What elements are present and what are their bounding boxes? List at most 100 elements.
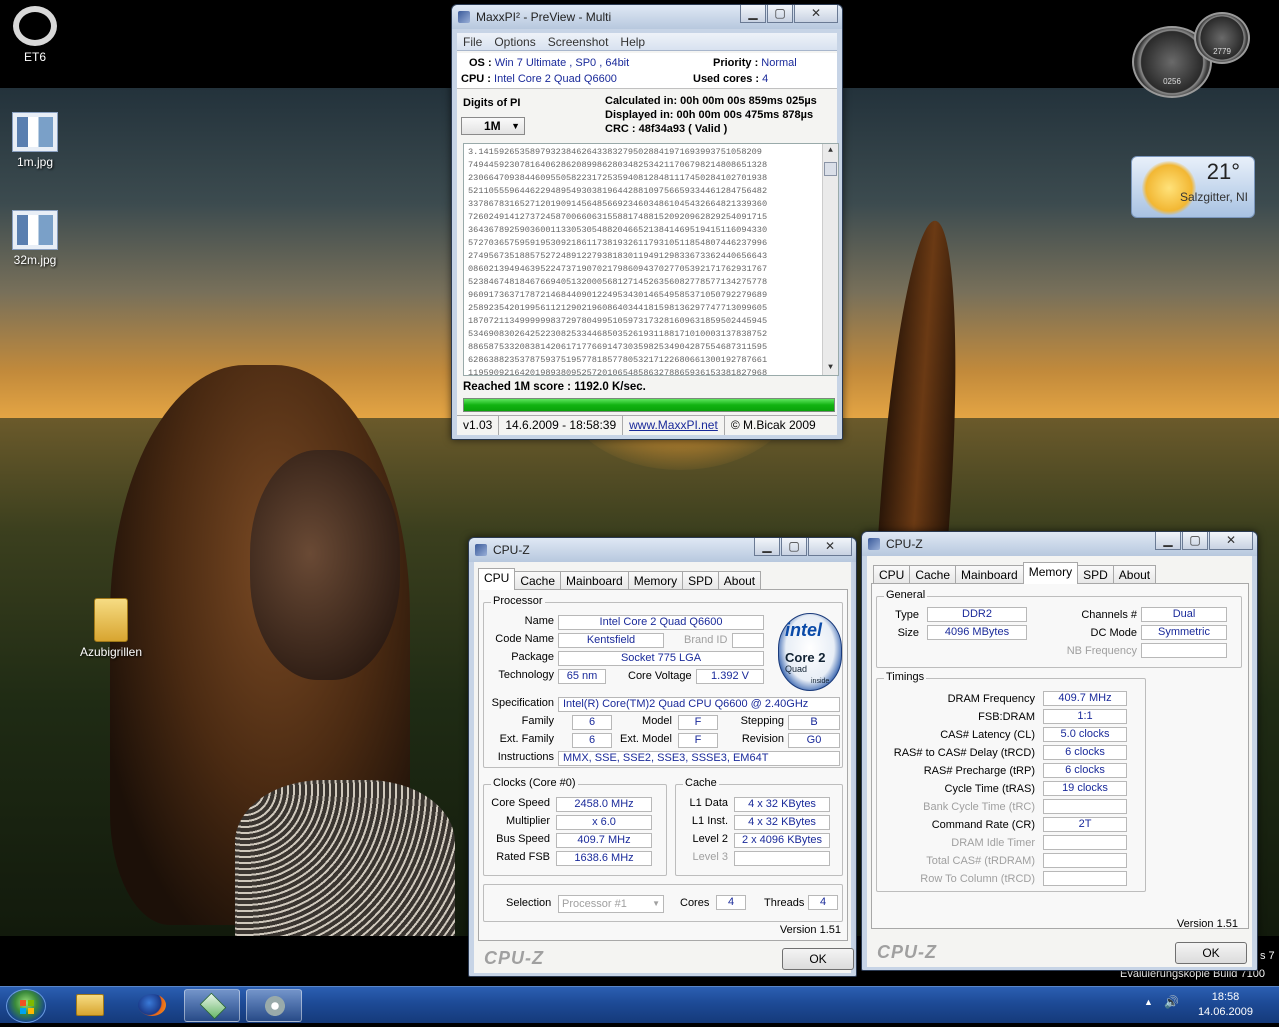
- wallpaper-portrait-shirt: [235, 780, 455, 936]
- level3-label: Level 3: [692, 851, 728, 863]
- maximize-button[interactable]: ▢: [781, 538, 807, 556]
- multiplier-value: x 6.0: [556, 815, 652, 830]
- ok-button[interactable]: OK: [1175, 942, 1247, 964]
- tab-spd[interactable]: SPD: [682, 571, 719, 590]
- pi-digits-line: 8865875332083814206171776691473035982534…: [468, 342, 768, 352]
- processor-select[interactable]: Processor #1 ▼: [558, 895, 664, 913]
- tab-cache[interactable]: Cache: [909, 565, 957, 584]
- taskbar-clock[interactable]: 18:58 14.06.2009: [1198, 990, 1253, 1020]
- menu-options[interactable]: Options: [488, 33, 541, 50]
- desktop-icon-1m-jpg[interactable]: 1m.jpg: [0, 112, 80, 169]
- maxxpi-window[interactable]: MaxxPI² - PreView - Multi ▁ ▢ ✕ File Opt…: [451, 4, 843, 440]
- taskbar: ▲ 🔊 18:58 14.06.2009: [0, 986, 1279, 1023]
- cpuz-memory-window[interactable]: CPU-Z ▁ ▢ ✕ CPU Cache Mainboard Memory S…: [861, 531, 1258, 971]
- priority-value: Normal: [761, 57, 797, 69]
- tab-spd[interactable]: SPD: [1077, 565, 1114, 584]
- desktop-icon-azubigrillen[interactable]: Azubigrillen: [66, 598, 156, 659]
- size-label: Size: [897, 627, 919, 639]
- menu-file[interactable]: File: [457, 33, 488, 50]
- tab-mainboard[interactable]: Mainboard: [560, 571, 629, 590]
- pi-digits-line: 5238467481846766940513200056812714526356…: [468, 277, 768, 287]
- cpuz-cpu-window[interactable]: CPU-Z ▁ ▢ ✕ CPU Cache Mainboard Memory S…: [468, 537, 857, 977]
- specification-value: Intel(R) Core(TM)2 Quad CPU Q6600 @ 2.40…: [558, 697, 840, 712]
- weather-gadget[interactable]: 21° Salzgitter, NI: [1131, 156, 1255, 218]
- cpu-label: CPU :: [461, 73, 491, 85]
- ratedfsb-value: 1638.6 MHz: [556, 851, 652, 866]
- timings-group: Timings DRAM Frequency 409.7 MHz FSB:DRA…: [876, 671, 1146, 892]
- technology-label: Technology: [498, 669, 554, 681]
- threads-label: Threads: [764, 897, 805, 909]
- fsb-dram-value: 1:1: [1043, 709, 1127, 724]
- instructions-value: MMX, SSE, SSE2, SSE3, SSSE3, EM64T: [558, 751, 840, 766]
- taskbar-cpuz[interactable]: [246, 989, 302, 1022]
- clock-time: 18:58: [1211, 991, 1240, 1003]
- dram-frequency-value: 409.7 MHz: [1043, 691, 1127, 706]
- ram-meter-gadget[interactable]: 2779: [1194, 12, 1250, 64]
- scroll-thumb[interactable]: [824, 162, 837, 176]
- model-value: F: [678, 715, 718, 730]
- dram-idle-label: DRAM Idle Timer: [951, 837, 1035, 849]
- taskbar-explorer[interactable]: [62, 989, 118, 1022]
- scroll-up-arrow-icon[interactable]: ▲: [823, 144, 838, 158]
- desktop-icon-32m-jpg[interactable]: 32m.jpg: [0, 210, 80, 267]
- system-info-panel: OS : Win 7 Ultimate , SP0 , 64bit CPU : …: [457, 53, 837, 89]
- tab-mainboard[interactable]: Mainboard: [955, 565, 1024, 584]
- pi-digits-textarea[interactable]: ▲ ▼ 3.1415926535897932384626433832795028…: [463, 143, 839, 376]
- fsb-dram-label: FSB:DRAM: [978, 711, 1035, 723]
- l1inst-value: 4 x 32 KBytes: [734, 815, 830, 830]
- threads-value: 4: [808, 895, 838, 910]
- minimize-button[interactable]: ▁: [1155, 532, 1181, 550]
- folder-icon: [76, 994, 104, 1016]
- maxxpi-client: File Options Screenshot Help OS : Win 7 …: [457, 33, 839, 435]
- digits-select[interactable]: 1M ▼: [461, 117, 525, 135]
- cpuz-memory-titlebar[interactable]: CPU-Z ▁ ▢ ✕: [862, 532, 1257, 556]
- dram-idle-value: [1043, 835, 1127, 850]
- memory-tab-page: General Type DDR2 Size 4096 MBytes Chann…: [871, 583, 1249, 929]
- menu-help[interactable]: Help: [614, 33, 651, 50]
- progress-bar: [463, 398, 835, 412]
- volume-icon[interactable]: 🔊: [1164, 995, 1179, 1009]
- menu-screenshot[interactable]: Screenshot: [542, 33, 615, 50]
- cpuz-logo: CPU-Z: [877, 942, 937, 962]
- tab-memory[interactable]: Memory: [1022, 562, 1079, 584]
- pi-scrollbar[interactable]: ▲ ▼: [822, 144, 838, 375]
- maxxpi-titlebar[interactable]: MaxxPI² - PreView - Multi ▁ ▢ ✕: [452, 5, 842, 29]
- displayed-time: Displayed in: 00h 00m 00s 475ms 878µs: [605, 109, 814, 121]
- start-button[interactable]: [6, 989, 46, 1023]
- tab-memory[interactable]: Memory: [627, 571, 684, 590]
- nbfreq-value: [1141, 643, 1227, 658]
- scroll-down-arrow-icon[interactable]: ▼: [823, 361, 838, 375]
- pi-digits-line: 6286388235378759375195778185778053217122…: [468, 355, 768, 365]
- maximize-button[interactable]: ▢: [1182, 532, 1208, 550]
- image-file-icon: [12, 210, 58, 250]
- close-button[interactable]: ✕: [808, 538, 852, 556]
- minimize-button[interactable]: ▁: [754, 538, 780, 556]
- tab-about[interactable]: About: [717, 571, 762, 590]
- image-file-icon: [12, 112, 58, 152]
- status-website-link[interactable]: www.MaxxPI.net: [623, 416, 725, 435]
- intel-logo-product: Core 2: [785, 650, 826, 665]
- tab-cache[interactable]: Cache: [514, 571, 562, 590]
- close-button[interactable]: ✕: [1209, 532, 1253, 550]
- desktop-icon-et6[interactable]: ET6: [0, 6, 80, 64]
- close-button[interactable]: ✕: [794, 5, 838, 23]
- stepping-value: B: [788, 715, 840, 730]
- pi-digits-line: 7494459230781640628620899862803482534211…: [468, 160, 768, 170]
- clocks-group: Clocks (Core #0) Core Speed 2458.0 MHz M…: [483, 777, 667, 876]
- cpuz-cpu-titlebar[interactable]: CPU-Z ▁ ▢ ✕: [469, 538, 856, 562]
- nbfreq-label: NB Frequency: [1066, 645, 1137, 657]
- maximize-button[interactable]: ▢: [767, 5, 793, 23]
- pi-digits-line: 0860213949463952247371907021798609437027…: [468, 264, 768, 274]
- tab-about[interactable]: About: [1112, 565, 1157, 584]
- level3-value: [734, 851, 830, 866]
- channels-value: Dual: [1141, 607, 1227, 622]
- tab-cpu[interactable]: CPU: [873, 565, 911, 584]
- show-hidden-icons-button[interactable]: ▲: [1144, 997, 1153, 1007]
- pi-digits-line: 3643678925903600113305305488204665213841…: [468, 225, 768, 235]
- ok-button[interactable]: OK: [782, 948, 854, 970]
- taskbar-maxxpi[interactable]: [184, 989, 240, 1022]
- tab-cpu[interactable]: CPU: [478, 568, 516, 590]
- minimize-button[interactable]: ▁: [740, 5, 766, 23]
- taskbar-firefox[interactable]: [124, 989, 180, 1022]
- calculated-time: Calculated in: 00h 00m 00s 859ms 025µs: [605, 95, 817, 107]
